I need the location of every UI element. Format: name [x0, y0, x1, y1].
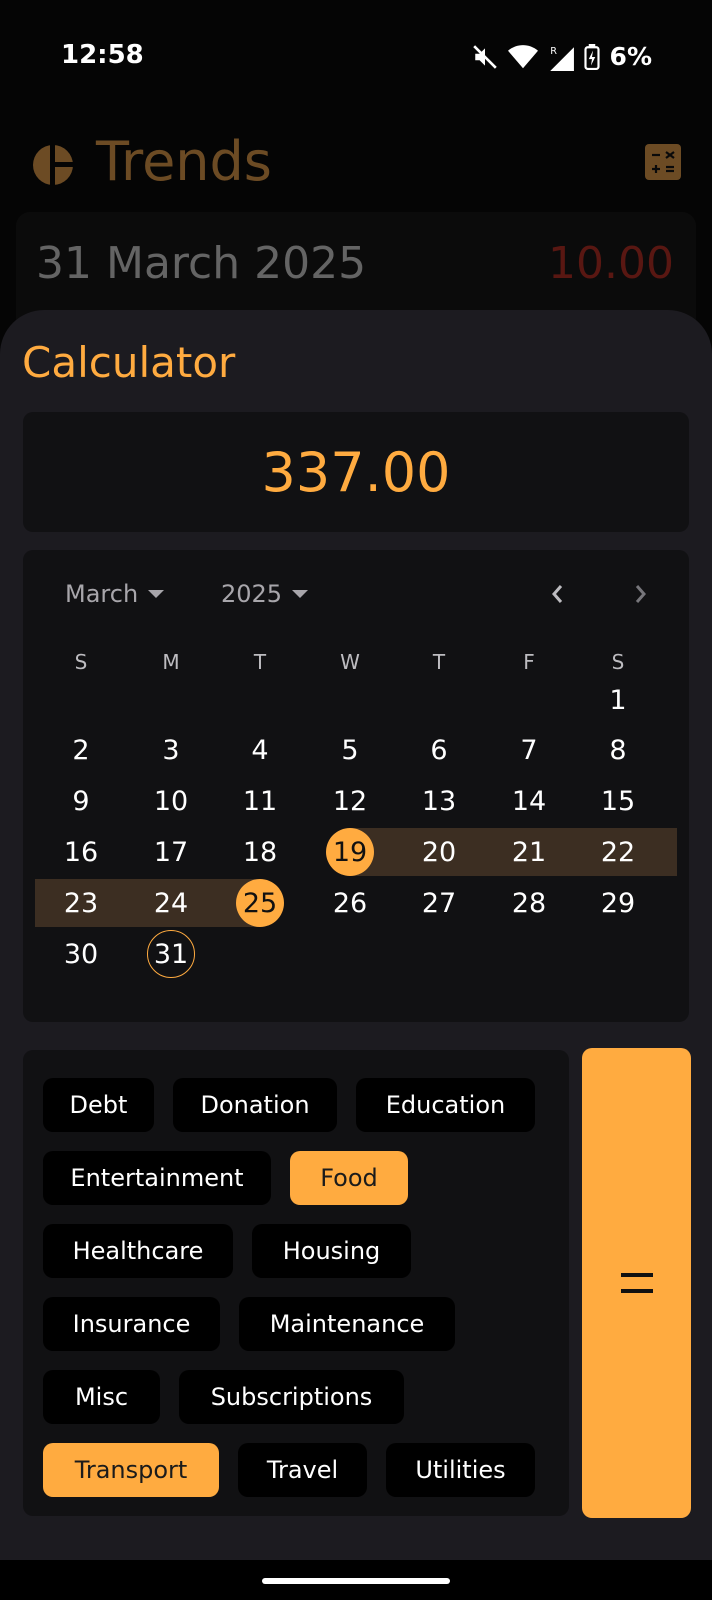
- calendar-day-1[interactable]: 1: [594, 676, 642, 724]
- calendar-day-27[interactable]: 27: [415, 879, 463, 927]
- chevron-left-icon: [549, 583, 565, 609]
- chevron-right-icon: [633, 583, 649, 609]
- calendar-day-16[interactable]: 16: [57, 828, 105, 876]
- calendar-day-21[interactable]: 21: [505, 828, 553, 876]
- weekday-label: S: [74, 650, 88, 674]
- calendar-day-11[interactable]: 11: [236, 777, 284, 825]
- weekday-label: M: [162, 650, 180, 674]
- calendar-day-14[interactable]: 14: [505, 777, 553, 825]
- calendar-day-3[interactable]: 3: [147, 726, 195, 774]
- amount-display: 337.00: [23, 412, 689, 532]
- weekday-label: T: [432, 650, 446, 674]
- amount-value: 337.00: [261, 440, 451, 504]
- calendar-day-26[interactable]: 26: [326, 879, 374, 927]
- sheet-title: Calculator: [22, 338, 236, 387]
- year-dropdown[interactable]: 2025: [221, 580, 309, 608]
- weekday-label: F: [523, 650, 535, 674]
- weekday-label: W: [340, 650, 360, 674]
- calendar-day-18[interactable]: 18: [236, 828, 284, 876]
- calendar-day-5[interactable]: 5: [326, 726, 374, 774]
- calendar-day-17[interactable]: 17: [147, 828, 195, 876]
- month-dropdown[interactable]: March: [65, 580, 165, 608]
- category-chip-misc[interactable]: Misc: [43, 1370, 160, 1424]
- wifi-icon: [507, 44, 538, 70]
- category-chip-maintenance[interactable]: Maintenance: [239, 1297, 455, 1351]
- calendar-day-9[interactable]: 9: [57, 777, 105, 825]
- pie-chart-icon: [32, 144, 74, 190]
- category-chip-food[interactable]: Food: [290, 1151, 408, 1205]
- calendar-day-24[interactable]: 24: [147, 879, 195, 927]
- calendar-day-20[interactable]: 20: [415, 828, 463, 876]
- status-time: 12:58: [61, 40, 144, 70]
- category-chip-utilities[interactable]: Utilities: [386, 1443, 535, 1497]
- category-chip-housing[interactable]: Housing: [252, 1224, 411, 1278]
- weekday-label: T: [253, 650, 267, 674]
- signal-icon: R: [548, 43, 574, 71]
- entry-amount: 10.00: [548, 238, 674, 289]
- status-bar: 12:58 R 6%: [0, 0, 712, 116]
- background-app: Trends 31 March 2025 10.00: [0, 116, 712, 336]
- calendar-day-12[interactable]: 12: [326, 777, 374, 825]
- category-chips: Debt Donation Education Entertainment Food He…: [23, 1050, 569, 1516]
- category-chip-entertainment[interactable]: Entertainment: [43, 1151, 271, 1205]
- next-month-button[interactable]: [621, 576, 661, 616]
- calendar-day-8[interactable]: 8: [594, 726, 642, 774]
- battery-percent: 6%: [609, 42, 652, 71]
- calendar-day-22[interactable]: 22: [594, 828, 642, 876]
- calendar-day-28[interactable]: 28: [505, 879, 553, 927]
- calendar-day-23[interactable]: 23: [57, 879, 105, 927]
- calendar-day-10[interactable]: 10: [147, 777, 195, 825]
- calendar-day-2[interactable]: 2: [57, 726, 105, 774]
- equals-button[interactable]: =: [582, 1048, 691, 1518]
- previous-month-button[interactable]: [537, 576, 577, 616]
- mute-icon: [472, 44, 498, 70]
- calendar-day-19[interactable]: 19: [326, 828, 374, 876]
- calendar-day-25[interactable]: 25: [236, 879, 284, 927]
- navigation-bar: [0, 1560, 712, 1600]
- screen: 12:58 R 6% Trends 31 March 2025 10.00 Ca…: [0, 0, 712, 1600]
- calculator-sheet: Calculator 337.00 March 2025 S M T W T F…: [0, 310, 712, 1560]
- svg-text:R: R: [550, 45, 557, 56]
- category-chip-transport[interactable]: Transport: [43, 1443, 219, 1497]
- date-range-calendar: March 2025 SMTWTFS 1 2 3 4 5 6 7 8 9 10 11 12 13 14 15…: [23, 550, 689, 1022]
- calendar-day-30[interactable]: 30: [57, 930, 105, 978]
- category-chip-subscriptions[interactable]: Subscriptions: [179, 1370, 404, 1424]
- calendar-day-29[interactable]: 29: [594, 879, 642, 927]
- category-chip-travel[interactable]: Travel: [238, 1443, 367, 1497]
- battery-charging-icon: [583, 43, 600, 70]
- category-chip-education[interactable]: Education: [356, 1078, 535, 1132]
- app-title: Trends: [96, 130, 272, 193]
- weekday-label: S: [611, 650, 625, 674]
- status-icons: R 6%: [472, 42, 652, 71]
- equals-icon: [620, 1273, 653, 1293]
- category-chip-debt[interactable]: Debt: [43, 1078, 154, 1132]
- home-handle[interactable]: [262, 1578, 450, 1584]
- category-chip-healthcare[interactable]: Healthcare: [43, 1224, 233, 1278]
- category-chip-donation[interactable]: Donation: [173, 1078, 337, 1132]
- entry-date: 31 March 2025: [36, 238, 367, 289]
- chevron-down-icon: [148, 590, 165, 598]
- calendar-day-7[interactable]: 7: [505, 726, 553, 774]
- calendar-day-31[interactable]: 31: [147, 930, 195, 978]
- calculator-icon[interactable]: [645, 144, 681, 180]
- chevron-down-icon: [292, 590, 309, 598]
- calendar-day-15[interactable]: 15: [594, 777, 642, 825]
- calendar-day-13[interactable]: 13: [415, 777, 463, 825]
- calendar-day-6[interactable]: 6: [415, 726, 463, 774]
- month-label: March: [65, 580, 139, 608]
- year-label: 2025: [221, 580, 283, 608]
- calendar-day-4[interactable]: 4: [236, 726, 284, 774]
- category-chip-insurance[interactable]: Insurance: [43, 1297, 220, 1351]
